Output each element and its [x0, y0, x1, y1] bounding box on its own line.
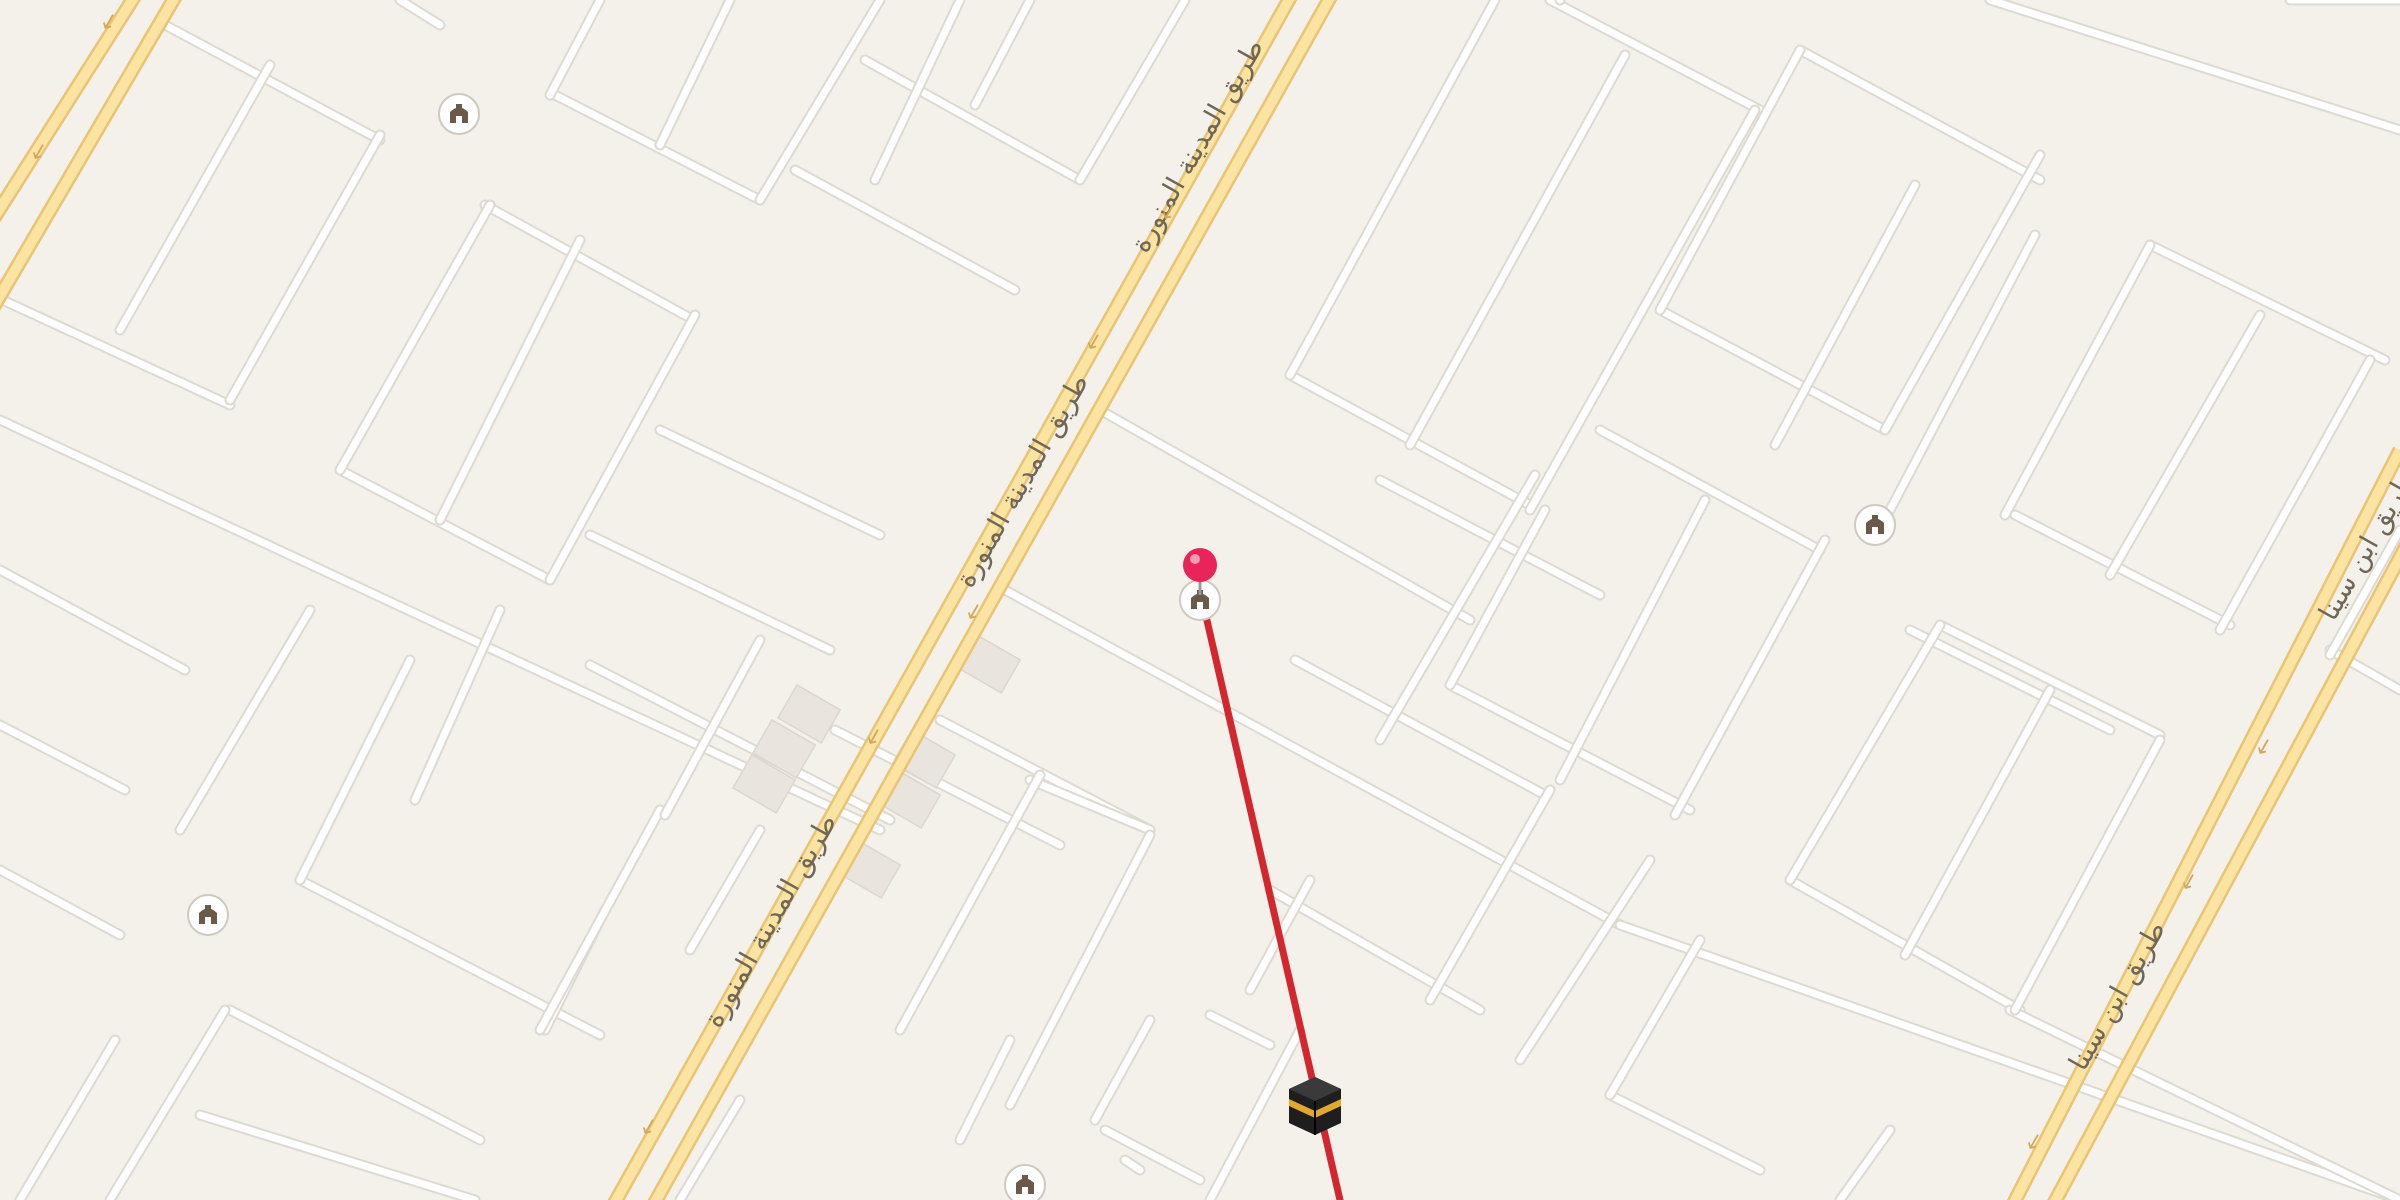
map-layer: طريق المدينة المنورة طريق المدينة المنور… — [0, 0, 2400, 1200]
mosque-icon — [438, 93, 480, 135]
mosque-icon-door — [205, 917, 211, 924]
mosque-icon-finial — [1022, 1175, 1028, 1180]
mosque-icon — [187, 894, 229, 936]
mosque-icon-finial — [456, 104, 462, 109]
mosque-icon-door — [1022, 1187, 1028, 1194]
mosque-icon-door — [1872, 527, 1878, 534]
mosque-icon — [1004, 1164, 1046, 1200]
mosque-icon — [1854, 504, 1896, 546]
mosque-icon-finial — [205, 905, 211, 910]
map-canvas[interactable]: طريق المدينة المنورة طريق المدينة المنور… — [0, 0, 2400, 1200]
mosque-icon-finial — [1872, 515, 1878, 520]
mosque-icon-door — [1197, 602, 1203, 609]
mosque-icon-door — [456, 116, 462, 123]
kaaba-icon[interactable] — [1289, 1077, 1341, 1135]
